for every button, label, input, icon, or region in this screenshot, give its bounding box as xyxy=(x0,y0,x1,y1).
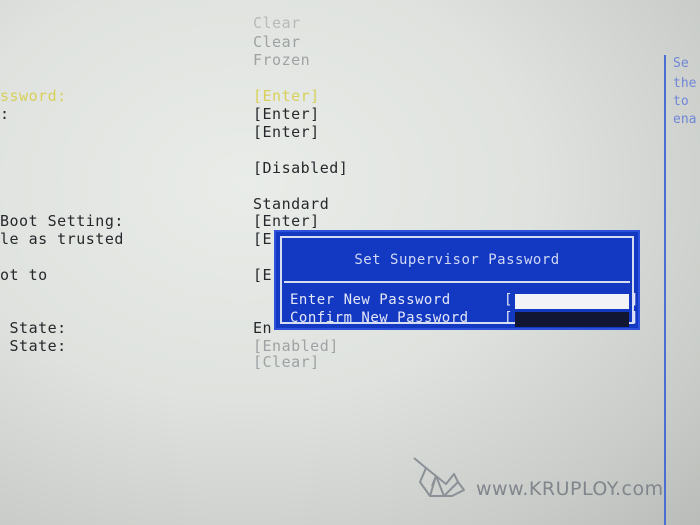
confirm-field-bracket-close: ] xyxy=(630,310,639,326)
disabled-option[interactable]: [Disabled] xyxy=(253,159,348,177)
status-value-frozen: Frozen xyxy=(253,51,311,69)
dialog-divider xyxy=(284,281,630,283)
standard-value: Standard xyxy=(253,195,330,213)
dialog-frame: Set Supervisor Password Enter New Passwo… xyxy=(280,236,638,327)
enter-new-password-label: Enter New Password xyxy=(290,292,451,308)
enter-field-bracket-open: [ xyxy=(504,292,513,308)
state-label-2: State: xyxy=(0,337,67,355)
supervisor-password-label: ssword: xyxy=(0,87,67,105)
dialog-title: Set Supervisor Password xyxy=(354,252,560,268)
status-value-clear-1: Clear xyxy=(253,14,301,32)
supervisor-password-enter[interactable]: [Enter] xyxy=(253,87,320,105)
state-clear-option[interactable]: [Clear] xyxy=(253,353,320,371)
confirm-field-bracket-open: [ xyxy=(504,310,513,326)
watermark-text: www.KRUPLOY.com xyxy=(476,478,664,500)
help-text-line-4: ena xyxy=(673,112,697,127)
user-password-label: : xyxy=(0,105,10,123)
trusted-label: le as trusted xyxy=(0,230,124,248)
password-enter-3[interactable]: [Enter] xyxy=(253,123,320,141)
boot-setting-label: Boot Setting: xyxy=(0,212,124,230)
trusted-enter[interactable]: [E xyxy=(253,230,272,248)
boot-setting-enter[interactable]: [Enter] xyxy=(253,212,320,230)
confirm-new-password-input[interactable] xyxy=(515,312,629,327)
status-value-clear-2: Clear xyxy=(253,33,301,51)
help-text-line-3: to xyxy=(673,94,689,109)
help-panel: Se the to ena xyxy=(667,50,700,525)
confirm-new-password-label: Confirm New Password xyxy=(290,310,469,326)
enter-field-bracket-close: ] xyxy=(630,292,639,308)
user-password-enter[interactable]: [Enter] xyxy=(253,105,320,123)
state-label-1: State: xyxy=(0,319,67,337)
bios-setup-screen: ssword: : Boot Setting: le as trusted ot… xyxy=(0,0,700,525)
enter-new-password-input[interactable] xyxy=(515,294,629,309)
origami-bird-logo-icon xyxy=(413,457,465,497)
set-supervisor-password-dialog: Set Supervisor Password Enter New Passwo… xyxy=(274,230,640,330)
help-panel-divider xyxy=(664,55,666,525)
boot-to-enter[interactable]: [E xyxy=(253,266,272,284)
state-value[interactable]: En xyxy=(253,319,272,337)
boot-to-label: ot to xyxy=(0,266,48,284)
help-text-line-2: the xyxy=(673,76,697,91)
help-text-line-1: Se xyxy=(673,56,689,71)
